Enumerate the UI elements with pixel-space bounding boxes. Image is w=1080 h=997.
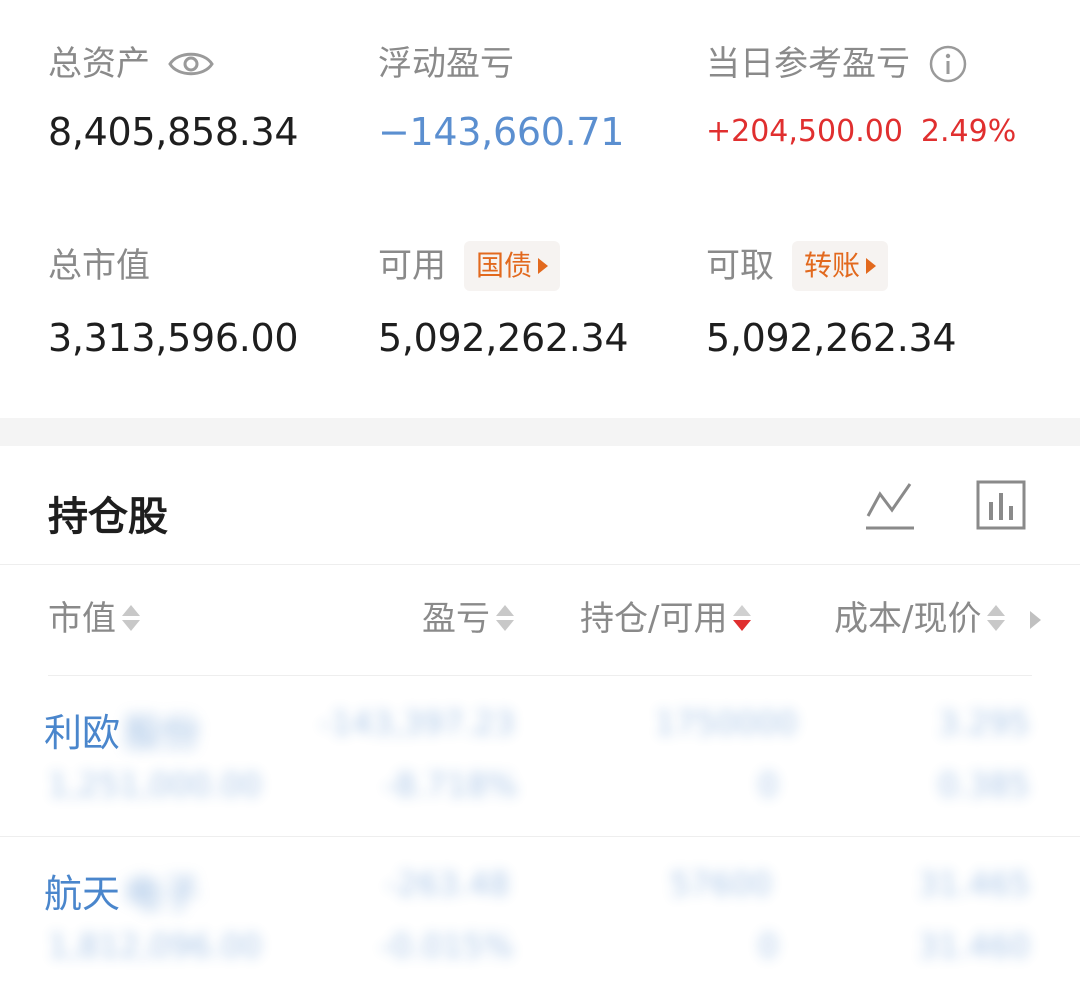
market-value-label: 总市值	[48, 246, 150, 286]
position-value: 57600	[670, 865, 772, 903]
withdrawable-value: 5,092,262.34	[706, 316, 957, 360]
sort-icon	[122, 604, 140, 634]
holdings-header: 持仓股	[0, 446, 1080, 565]
line-chart-icon[interactable]	[864, 480, 916, 532]
available-cell: 0	[758, 766, 779, 804]
account-summary: 总资产 8,405,858.34 浮动盈亏 −143,660.71 当日参考盈亏…	[0, 0, 1080, 418]
price-cell: 0.385	[938, 766, 1030, 804]
transfer-tag-button[interactable]: 转账	[792, 241, 889, 291]
scroll-right-icon[interactable]	[1030, 611, 1042, 629]
treasury-bond-tag-button[interactable]: 国债	[464, 241, 561, 291]
floating-pl-label: 浮动盈亏	[378, 44, 514, 84]
sort-icon	[987, 604, 1006, 634]
available-cell: 0	[758, 927, 779, 965]
withdrawable-label: 可取	[706, 246, 774, 286]
total-assets-label: 总资产	[48, 44, 150, 84]
holding-row[interactable]: 利欧 股份 -143,397.23 1750000 3.295 1,251,00…	[0, 676, 1080, 837]
holding-row[interactable]: 航天 电子 -263.48 57600 31.465 1,812,096.00 …	[0, 837, 1080, 997]
holdings-column-header: 市值 盈亏 持仓/可用 成本/现价	[48, 565, 1042, 676]
info-icon[interactable]	[928, 44, 968, 84]
total-assets-value: 8,405,858.34	[48, 110, 299, 154]
market-value-cell: 1,812,096.00	[48, 927, 262, 965]
profit-loss-value: -263.48	[386, 865, 510, 903]
profit-loss-pct: -8.718%	[384, 766, 518, 804]
available-value: 5,092,262.34	[378, 316, 629, 360]
stock-name: 利欧	[44, 711, 121, 755]
daily-pl-percent: 2.49%	[920, 114, 1017, 149]
price-cell: 31.460	[918, 927, 1030, 965]
stock-name: 航天	[44, 872, 121, 916]
available-label: 可用	[378, 246, 446, 286]
holdings-title: 持仓股	[48, 494, 168, 540]
arrow-right-icon	[866, 258, 877, 274]
stock-name-blurred: 股份	[124, 711, 201, 755]
cost-value: 3.295	[938, 704, 1030, 742]
floating-pl-value: −143,660.71	[378, 110, 625, 154]
cost-value: 31.465	[918, 865, 1030, 903]
position-value: 1750000	[655, 704, 798, 742]
column-market-value[interactable]: 市值	[48, 599, 140, 639]
column-cost-price[interactable]: 成本/现价	[834, 599, 1042, 639]
sort-icon	[496, 604, 514, 634]
sort-desc-icon	[733, 604, 752, 634]
column-position-available[interactable]: 持仓/可用	[580, 599, 752, 639]
profit-loss-value: -143,397.23	[320, 704, 515, 742]
arrow-right-icon	[538, 258, 549, 274]
profit-loss-pct: -0.015%	[380, 927, 514, 965]
daily-pl-value: +204,500.00	[706, 114, 903, 149]
section-divider	[0, 418, 1080, 446]
bar-chart-icon[interactable]	[976, 480, 1026, 530]
daily-pl-label: 当日参考盈亏	[706, 44, 910, 84]
column-profit-loss[interactable]: 盈亏	[422, 599, 514, 639]
stock-name-blurred: 电子	[124, 872, 201, 916]
market-value-cell: 1,251,000.00	[48, 766, 262, 804]
market-value-value: 3,313,596.00	[48, 316, 299, 360]
eye-icon[interactable]	[168, 49, 214, 79]
total-assets-block: 总资产	[48, 44, 214, 84]
